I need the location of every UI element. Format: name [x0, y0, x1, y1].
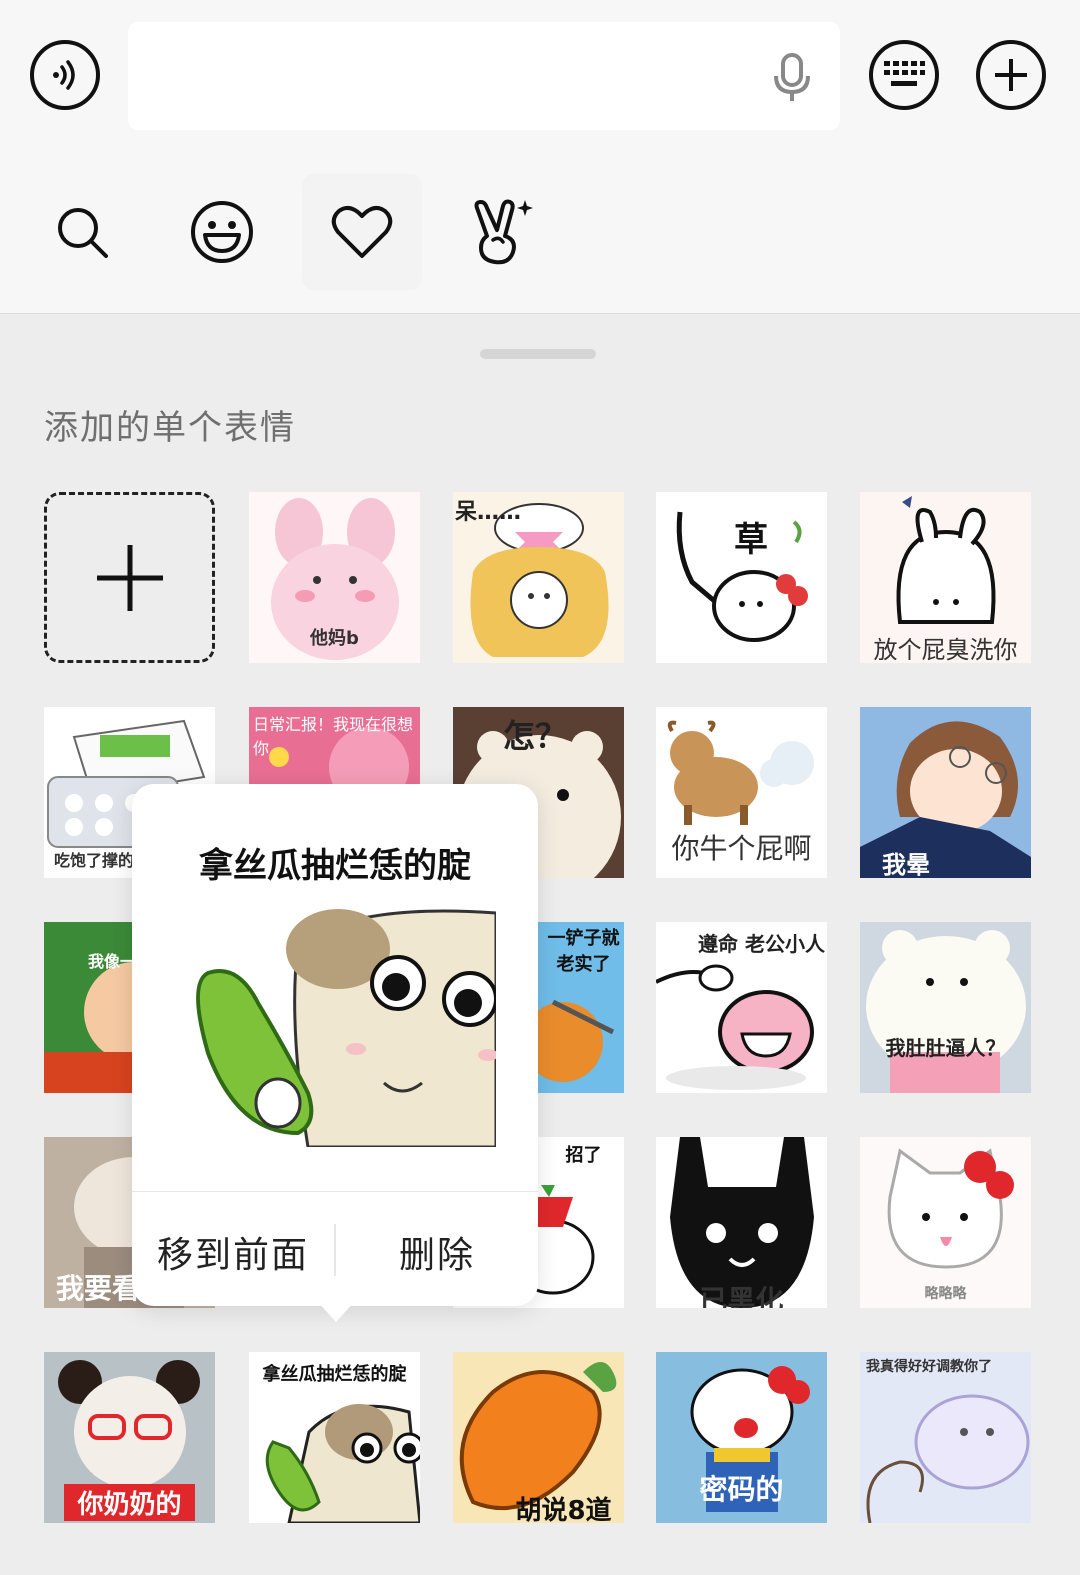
- move-to-front-button[interactable]: 移到前面: [140, 1224, 326, 1280]
- emoji-icon: [191, 201, 253, 263]
- sticker-caption: 我像一: [88, 952, 137, 971]
- sticker-caption: 我真得好好调教你了: [866, 1359, 992, 1375]
- sticker-item[interactable]: 我肚肚逼人？: [860, 922, 1031, 1093]
- tab-search[interactable]: [30, 174, 134, 290]
- sticker-item[interactable]: 你牛个屁啊: [656, 707, 827, 878]
- keyboard-icon: [884, 61, 925, 86]
- sticker-caption: 我肚肚逼人？: [885, 1036, 1006, 1060]
- voice-icon: [53, 60, 75, 90]
- sticker-item[interactable]: 我真得好好调教你了: [860, 1352, 1031, 1523]
- sticker-caption: 他妈b: [310, 628, 359, 649]
- sticker-caption: 拿丝瓜抽烂恁的腚: [262, 1364, 407, 1385]
- sticker-caption: 我晕: [882, 851, 930, 878]
- sticker-caption: 一铲子就老实了: [547, 928, 620, 975]
- popup-divider-vertical: [334, 1224, 336, 1276]
- sticker-item[interactable]: 草: [656, 492, 827, 663]
- message-input[interactable]: [128, 22, 840, 130]
- sticker-caption: 日常汇报！我现在很想你: [253, 715, 414, 758]
- plus-icon: [995, 59, 1027, 91]
- add-sticker-button[interactable]: [44, 492, 215, 663]
- popup-pointer: [316, 1300, 356, 1322]
- drag-handle[interactable]: [480, 349, 596, 359]
- popup-title: 拿丝瓜抽烂恁的腚: [199, 846, 471, 886]
- sticker-caption: 放个屁臭洗你: [873, 636, 1018, 663]
- more-button[interactable]: [976, 40, 1046, 110]
- sticker-caption: 招了: [565, 1145, 602, 1166]
- sticker-caption: 呆……: [455, 500, 522, 525]
- sticker-caption: 吃饱了撑的: [54, 851, 135, 870]
- heart-icon: [331, 205, 393, 258]
- sticker-item[interactable]: 遵命 老公小人: [656, 922, 827, 1093]
- sticker-caption: 你牛个屁啊: [671, 832, 812, 865]
- popup-divider: [132, 1191, 538, 1192]
- plus-icon: [97, 545, 163, 611]
- search-icon: [58, 208, 108, 258]
- sticker-caption: 密码的: [699, 1473, 784, 1506]
- sticker-item[interactable]: 放个屁臭洗你: [860, 492, 1031, 663]
- sticker-preview-image: [178, 903, 496, 1147]
- sticker-caption: 略略略: [924, 1286, 967, 1302]
- keyboard-button[interactable]: [869, 40, 939, 110]
- section-title: 添加的单个表情: [44, 408, 296, 448]
- sticker-item[interactable]: 你奶奶的: [44, 1352, 215, 1523]
- sticker-caption: 已黑化: [699, 1284, 784, 1308]
- sticker-caption: 草: [734, 520, 768, 560]
- sticker-item[interactable]: 他妈b: [249, 492, 420, 663]
- sticker-item[interactable]: 已黑化: [656, 1137, 827, 1308]
- sticker-item[interactable]: 胡说8道: [453, 1352, 624, 1523]
- sticker-caption: 怎？: [503, 717, 568, 755]
- sticker-caption: 我要看: [56, 1272, 141, 1305]
- sticker-item[interactable]: 我晕: [860, 707, 1031, 878]
- tab-stickers[interactable]: [450, 174, 554, 290]
- tab-favorites[interactable]: [302, 174, 422, 290]
- voice-button[interactable]: [30, 40, 100, 110]
- hand-gesture-icon: [474, 199, 533, 265]
- mic-icon[interactable]: [770, 52, 814, 104]
- sticker-item[interactable]: 呆……: [453, 492, 624, 663]
- sticker-item[interactable]: 拿丝瓜抽烂恁的腚: [249, 1352, 420, 1523]
- sticker-item[interactable]: 密码的: [656, 1352, 827, 1523]
- sticker-caption: 胡说8道: [515, 1496, 612, 1523]
- delete-button[interactable]: 删除: [344, 1224, 530, 1280]
- sticker-caption: 你奶奶的: [64, 1484, 195, 1521]
- tab-emoji[interactable]: [170, 174, 274, 290]
- sticker-caption: 遵命 老公小人: [698, 932, 825, 956]
- sticker-item[interactable]: 略略略: [860, 1137, 1031, 1308]
